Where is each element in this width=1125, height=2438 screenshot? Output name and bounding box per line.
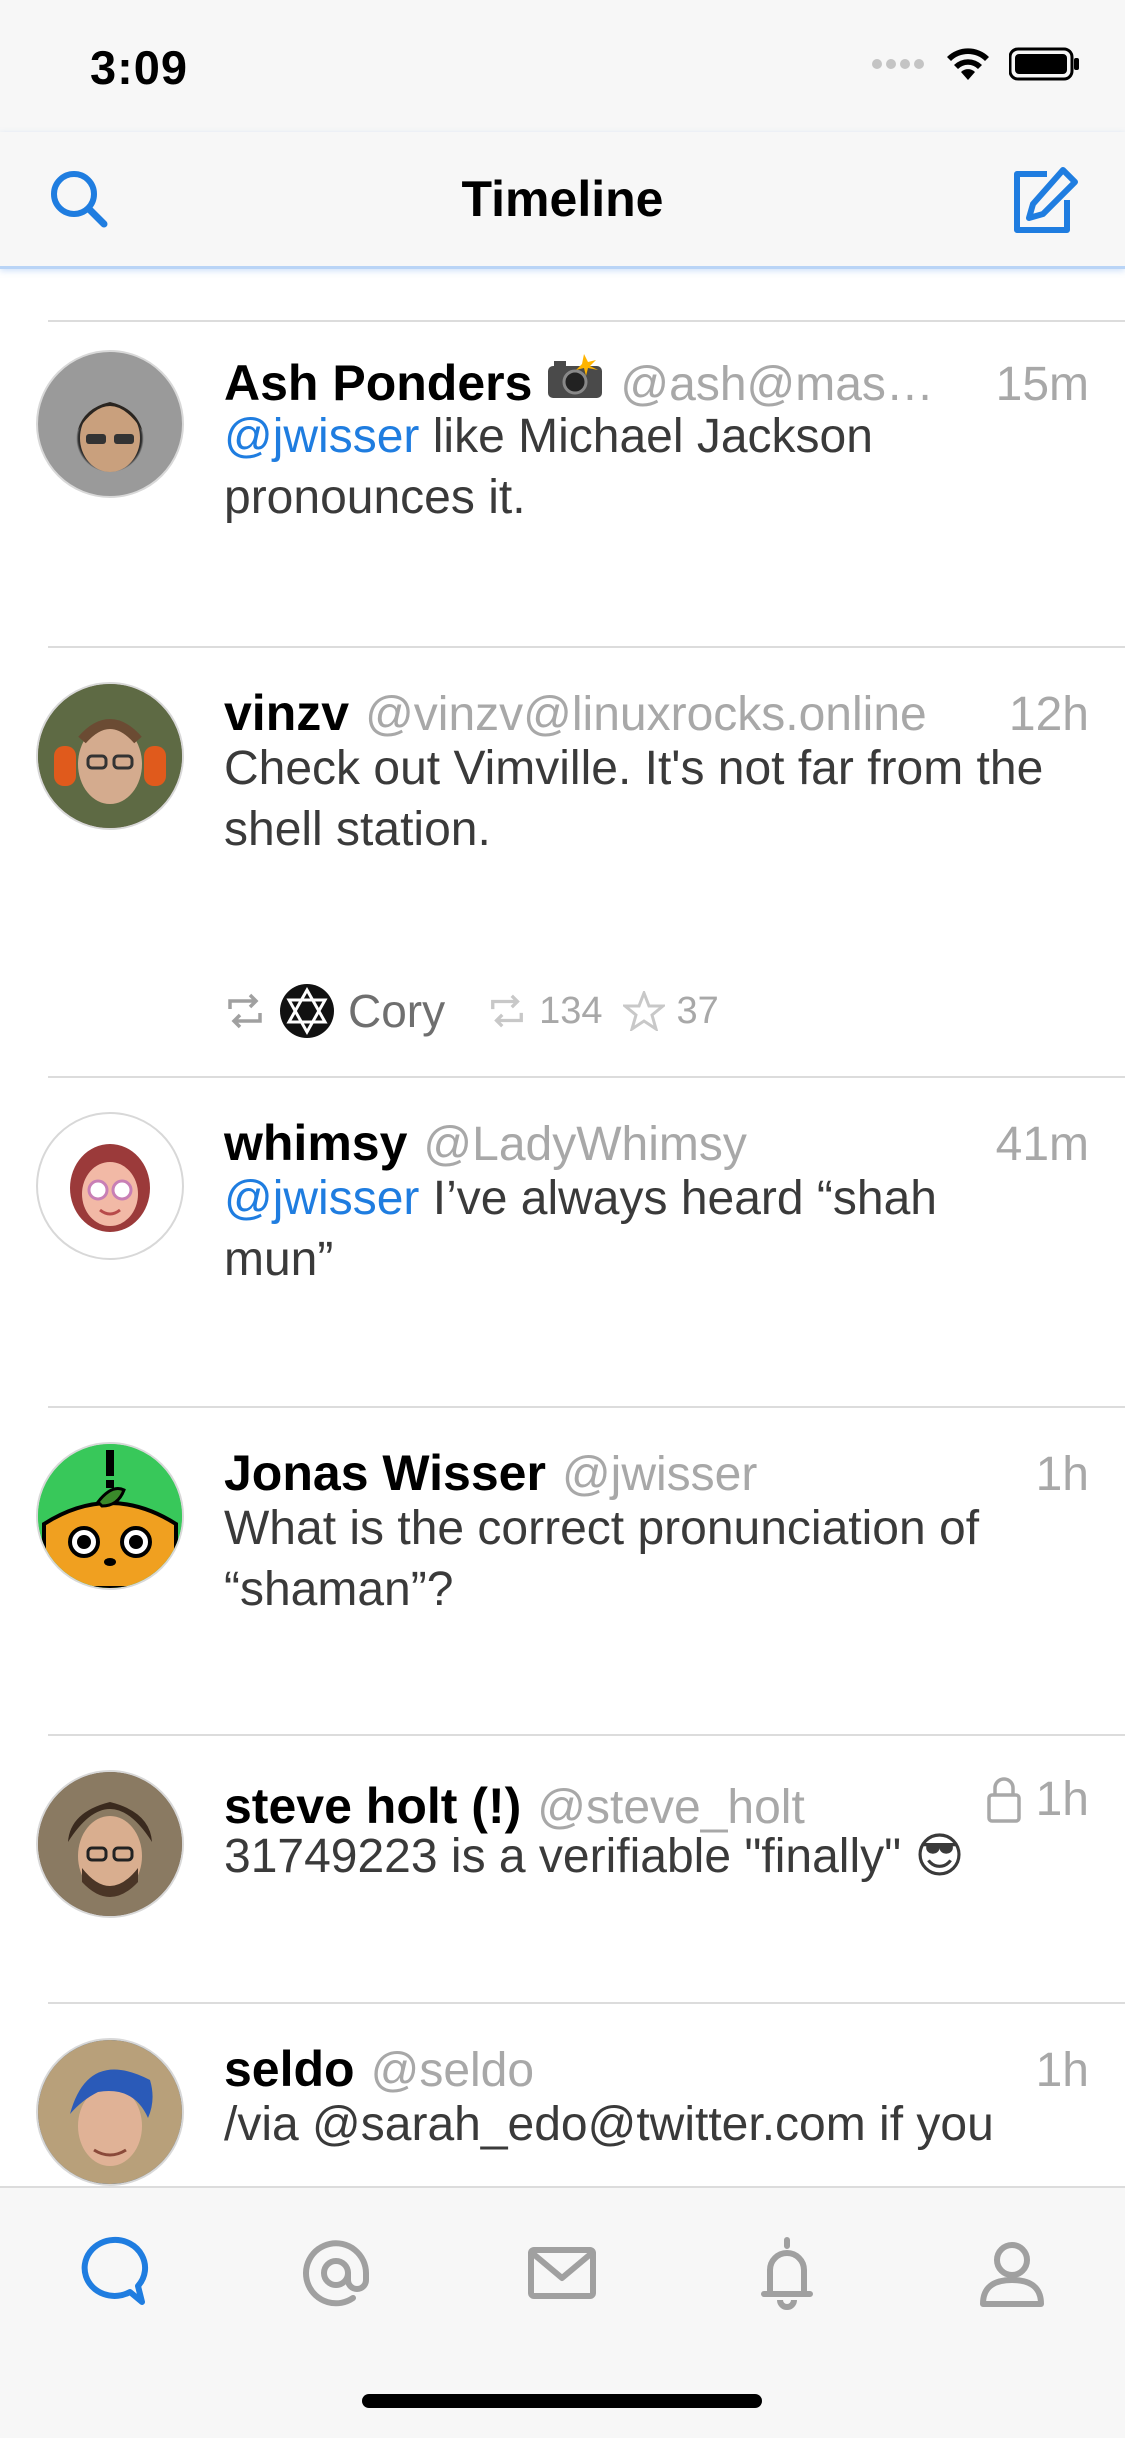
status-icons bbox=[871, 46, 1081, 82]
status-content: What is the correct pronunciation of “sh… bbox=[224, 1498, 1055, 1620]
timestamp: 1h bbox=[1035, 1448, 1089, 1501]
handle[interactable]: @LadyWhimsy bbox=[423, 1117, 746, 1172]
boosted-by-name[interactable]: Cory bbox=[348, 984, 445, 1038]
reblog-count-icon bbox=[491, 994, 524, 1028]
status-post[interactable]: seldo @seldo 1h /via @sarah_edo@twitter.… bbox=[0, 2002, 1125, 2188]
status-time: 3:09 bbox=[90, 41, 189, 94]
timeline-list[interactable]: Ash Ponders @ash@mas… 15m @jwisser like … bbox=[0, 268, 1125, 2188]
status-header: Jonas Wisser @jwisser 1h bbox=[224, 1444, 1089, 1504]
status-text: 31749223 is a verifiable "finally" 😎 bbox=[224, 1830, 965, 1883]
boost-icon bbox=[228, 993, 262, 1029]
status-content: 31749223 is a verifiable "finally" 😎 bbox=[224, 1826, 1055, 1887]
lock-icon bbox=[986, 1776, 1021, 1823]
avatar-image bbox=[38, 1772, 182, 1916]
avatar[interactable] bbox=[36, 1442, 184, 1590]
compose-icon[interactable] bbox=[1003, 162, 1083, 242]
status-header: steve holt (!) @steve_holt 1h bbox=[224, 1772, 1089, 1834]
handle[interactable]: @vinzv@linuxrocks.online bbox=[365, 687, 927, 742]
status-post[interactable]: steve holt (!) @steve_holt 1h 31749223 i… bbox=[0, 1734, 1125, 2002]
notifications-icon[interactable] bbox=[742, 2228, 832, 2318]
avatar-image bbox=[38, 684, 182, 828]
status-post[interactable]: Jonas Wisser @jwisser 1h What is the cor… bbox=[0, 1406, 1125, 1734]
timestamp: 41m bbox=[995, 1118, 1089, 1171]
display-name[interactable]: Ash Ponders bbox=[224, 354, 532, 412]
handle[interactable]: @jwisser bbox=[562, 1447, 757, 1502]
status-content: @jwisser I’ve always heard “shah mun” bbox=[224, 1168, 1055, 1290]
avatar-image bbox=[38, 1444, 182, 1588]
messages-icon[interactable] bbox=[517, 2228, 607, 2318]
status-header: Ash Ponders @ash@mas… 15m bbox=[224, 354, 1089, 414]
camera-flash-icon bbox=[546, 354, 604, 405]
timestamp: 1h bbox=[1035, 2044, 1089, 2097]
favourite-count: 37 bbox=[676, 989, 719, 1032]
status-text: What is the correct pronunciation of “sh… bbox=[224, 1502, 980, 1616]
mentions-icon[interactable] bbox=[291, 2228, 381, 2318]
status-content: Check out Vimville. It's not far from th… bbox=[224, 738, 1055, 860]
status-post[interactable]: Ash Ponders @ash@mas… 15m @jwisser like … bbox=[0, 320, 1125, 646]
timestamp: 1h bbox=[956, 1772, 1089, 1827]
avatar[interactable] bbox=[36, 350, 184, 498]
display-name[interactable]: whimsy bbox=[224, 1114, 407, 1172]
status-post[interactable]: whimsy @LadyWhimsy 41m @jwisser I’ve alw… bbox=[0, 1076, 1125, 1406]
timestamp: 12h bbox=[1008, 688, 1089, 741]
booster-avatar[interactable] bbox=[278, 982, 336, 1040]
status-content: @jwisser like Michael Jackson pronounces… bbox=[224, 406, 1055, 528]
page-title: Timeline bbox=[461, 171, 664, 227]
avatar-image bbox=[78, 402, 142, 472]
mention-link[interactable]: @jwisser bbox=[224, 1172, 419, 1225]
handle[interactable]: @seldo bbox=[371, 2043, 534, 2098]
avatar[interactable] bbox=[36, 1770, 184, 1918]
display-name[interactable]: seldo bbox=[224, 2040, 355, 2098]
handle[interactable]: @ash@mas… bbox=[620, 357, 934, 412]
status-header: seldo @seldo 1h bbox=[224, 2040, 1089, 2100]
avatar[interactable] bbox=[36, 682, 184, 830]
timeline-icon[interactable] bbox=[68, 2228, 158, 2318]
nav-bar: Timeline bbox=[0, 132, 1125, 269]
status-post[interactable]: vinzv @vinzv@linuxrocks.online 12h Check… bbox=[0, 646, 1125, 1076]
status-header: vinzv @vinzv@linuxrocks.online 12h bbox=[224, 684, 1089, 744]
wifi-icon bbox=[947, 48, 989, 80]
status-text: Check out Vimville. It's not far from th… bbox=[224, 742, 1044, 856]
avatar-image bbox=[70, 1144, 150, 1232]
status-meta: Cory 134 37 bbox=[224, 982, 719, 1040]
boost-count: 134 bbox=[539, 989, 603, 1032]
mention-link[interactable]: @jwisser bbox=[224, 410, 419, 463]
status-text: /via @sarah_edo@twitter.com if you bbox=[224, 2098, 994, 2151]
display-name[interactable]: vinzv bbox=[224, 684, 349, 742]
timestamp: 15m bbox=[995, 358, 1089, 411]
battery-icon bbox=[1009, 47, 1079, 81]
avatar-image bbox=[38, 2040, 182, 2184]
display-name[interactable]: Jonas Wisser bbox=[224, 1444, 546, 1502]
avatar[interactable] bbox=[36, 2038, 184, 2186]
profile-icon[interactable] bbox=[967, 2228, 1057, 2318]
status-content: /via @sarah_edo@twitter.com if you bbox=[224, 2094, 1055, 2155]
status-bar: 3:09 bbox=[0, 0, 1125, 132]
home-indicator[interactable] bbox=[362, 2394, 762, 2408]
star-icon bbox=[622, 991, 665, 1031]
avatar[interactable] bbox=[36, 1112, 184, 1260]
status-header: whimsy @LadyWhimsy 41m bbox=[224, 1114, 1089, 1174]
signal-icon bbox=[872, 59, 924, 69]
